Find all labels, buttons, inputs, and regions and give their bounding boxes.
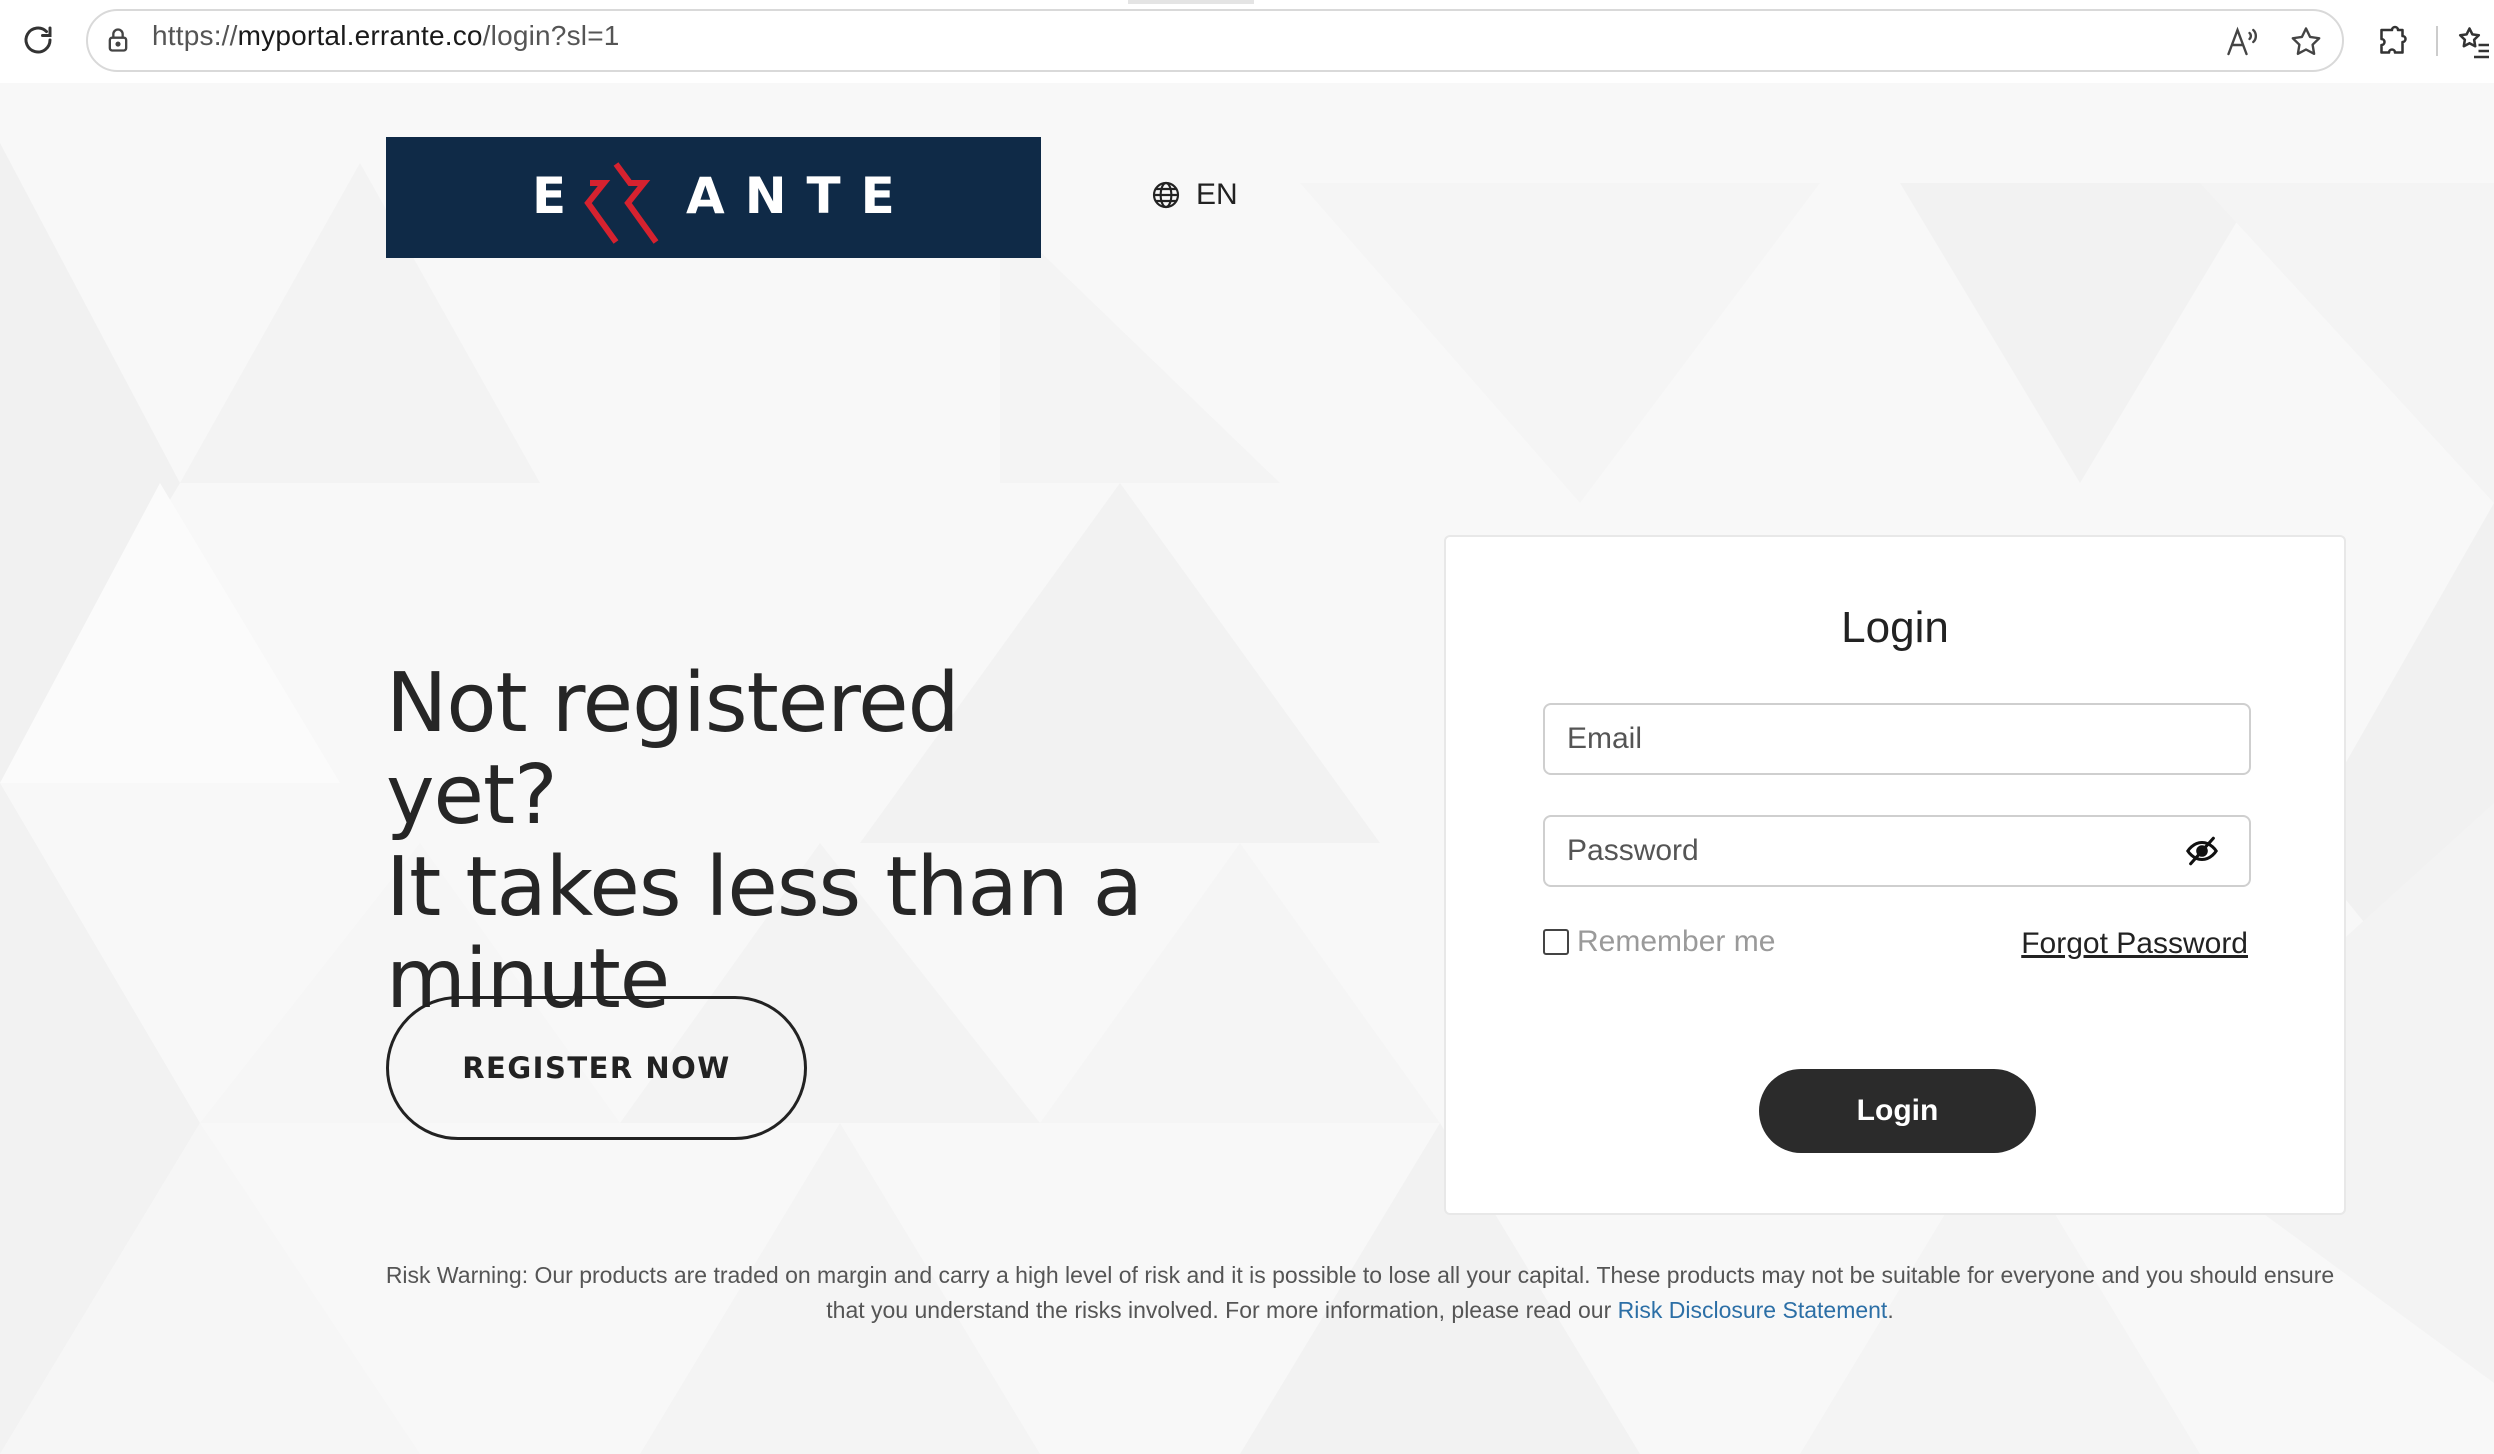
star-icon[interactable]	[2284, 20, 2328, 64]
risk-warning: Risk Warning: Our products are traded on…	[380, 1258, 2340, 1328]
svg-text:E: E	[532, 167, 566, 225]
risk-warning-text: Risk Warning: Our products are traded on…	[385, 1262, 2335, 1323]
eye-off-icon[interactable]	[2182, 833, 2222, 869]
lock-icon[interactable]	[100, 22, 136, 58]
headline-line-1: Not registered yet?	[386, 656, 960, 843]
login-title: Login	[1841, 603, 1949, 652]
login-card: Login Remember me Forgot Password Login	[1444, 535, 2346, 1215]
url-path: /login?sl=1	[482, 20, 620, 51]
toolbar-separator	[2436, 26, 2438, 56]
remember-me[interactable]: Remember me	[1543, 925, 1775, 959]
register-headline: Not registered yet? It takes less than a…	[386, 658, 1146, 1026]
errante-logo[interactable]: E ANTE	[386, 137, 1041, 258]
url-text[interactable]: https://myportal.errante.co/login?sl=1	[152, 20, 620, 52]
forgot-password-link[interactable]: Forgot Password	[2021, 927, 2248, 961]
read-aloud-icon[interactable]	[2220, 20, 2264, 64]
risk-warning-end: .	[1887, 1297, 1894, 1323]
language-label: EN	[1196, 178, 1238, 211]
tab-indicator	[1128, 0, 1254, 4]
remember-me-label: Remember me	[1577, 925, 1776, 958]
remember-me-checkbox[interactable]	[1543, 929, 1569, 955]
puzzle-icon[interactable]	[2370, 20, 2414, 64]
favorites-icon[interactable]	[2454, 20, 2494, 64]
language-selector[interactable]: EN	[1150, 178, 1238, 212]
password-input[interactable]	[1543, 815, 2251, 887]
email-input[interactable]	[1543, 703, 2251, 775]
globe-icon	[1152, 181, 1180, 209]
login-button[interactable]: Login	[1759, 1069, 2036, 1153]
url-scheme: https://	[152, 20, 238, 51]
risk-disclosure-link[interactable]: Risk Disclosure Statement	[1618, 1297, 1888, 1323]
login-page: E ANTE EN Not registered yet? It takes l…	[0, 83, 2494, 1454]
browser-toolbar: https://myportal.errante.co/login?sl=1	[0, 0, 2494, 83]
register-now-button[interactable]: REGISTER NOW	[386, 996, 807, 1140]
reload-icon[interactable]	[16, 18, 60, 62]
logo-mark: E ANTE	[532, 161, 904, 244]
svg-text:ANTE: ANTE	[686, 167, 904, 225]
url-host: myportal.errante.co	[237, 20, 483, 51]
headline-line-2: It takes less than a	[386, 840, 1143, 935]
